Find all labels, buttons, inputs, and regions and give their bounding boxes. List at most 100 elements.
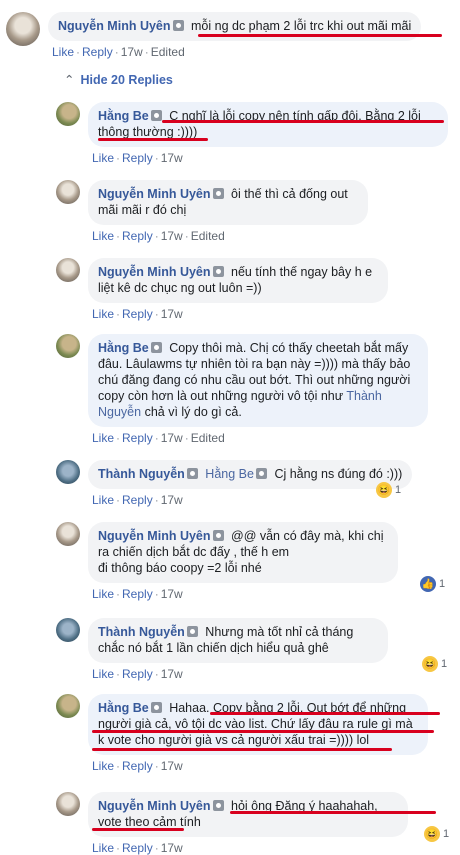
timestamp[interactable]: 17w: [161, 431, 183, 445]
reaction-summary[interactable]: 😆 1: [424, 826, 449, 842]
badge-icon: [186, 468, 198, 479]
author-name[interactable]: Nguyễn Minh Uyên: [58, 19, 171, 33]
author-name[interactable]: Nguyễn Minh Uyên: [98, 799, 211, 813]
timestamp[interactable]: 17w: [161, 307, 183, 321]
like-link[interactable]: Like: [92, 151, 114, 165]
timestamp[interactable]: 17w: [161, 493, 183, 507]
comment-actions: Like · Reply · 17w: [92, 151, 183, 165]
author-name[interactable]: Thành Nguyễn: [98, 467, 185, 481]
author-name[interactable]: Hằng Be: [98, 701, 149, 715]
author-name[interactable]: Nguyễn Minh Uyên: [98, 265, 211, 279]
comment-bubble: Nguyễn Minh Uyên nếu tính thế ngay bây h…: [88, 258, 388, 303]
comment-text: đi thông báo coopy =2 lỗi nhé: [98, 561, 262, 575]
like-link[interactable]: Like: [52, 45, 74, 59]
comment-actions: Like · Reply · 17w: [92, 587, 183, 601]
avatar[interactable]: [56, 792, 80, 816]
comment-text: mỗi ng dc phạm 2 lỗi trc khi out mãi mãi: [191, 19, 412, 33]
haha-icon: 😆: [376, 482, 392, 498]
reply-link[interactable]: Reply: [122, 759, 153, 773]
avatar[interactable]: [56, 258, 80, 282]
avatar[interactable]: [56, 522, 80, 546]
badge-icon: [212, 530, 224, 541]
like-link[interactable]: Like: [92, 667, 114, 681]
timestamp[interactable]: 17w: [121, 45, 143, 59]
reply-link[interactable]: Reply: [122, 229, 153, 243]
reply-comment: Thành Nguyễn Nhưng mà tốt nhỉ cả tháng c…: [56, 618, 388, 681]
author-name[interactable]: Thành Nguyễn: [98, 625, 185, 639]
like-link[interactable]: Like: [92, 759, 114, 773]
mention-link[interactable]: Hằng Be: [205, 467, 254, 481]
timestamp[interactable]: 17w: [161, 759, 183, 773]
hide-replies-link[interactable]: ⌃ Hide 20 Replies: [64, 72, 173, 87]
author-name[interactable]: Nguyễn Minh Uyên: [98, 529, 211, 543]
avatar[interactable]: [56, 102, 80, 126]
timestamp[interactable]: 17w: [161, 151, 183, 165]
comment-text: chả vì lý do gì cả.: [144, 405, 242, 419]
reply-link[interactable]: Reply: [82, 45, 113, 59]
reply-link[interactable]: Reply: [122, 587, 153, 601]
comment-bubble: Nguyễn Minh Uyên @@ vẫn có đây mà, khi c…: [88, 522, 398, 583]
reaction-summary[interactable]: 😆 1: [422, 656, 447, 672]
reply-comment: Nguyễn Minh Uyên @@ vẫn có đây mà, khi c…: [56, 522, 398, 601]
timestamp[interactable]: 17w: [161, 229, 183, 243]
badge-icon: [186, 626, 198, 637]
reply-link[interactable]: Reply: [122, 431, 153, 445]
comment-actions: Like · Reply · 17w: [92, 307, 183, 321]
like-link[interactable]: Like: [92, 587, 114, 601]
annotation-underline: [162, 120, 444, 123]
haha-icon: 😆: [422, 656, 438, 672]
author-name[interactable]: Hằng Be: [98, 109, 149, 123]
comment-text: Cj hằng ns đúng đó :))): [274, 467, 403, 481]
reaction-summary[interactable]: 😆 1: [376, 482, 401, 498]
avatar[interactable]: [56, 180, 80, 204]
avatar[interactable]: [56, 618, 80, 642]
annotation-underline: [98, 138, 208, 141]
badge-icon: [172, 20, 184, 31]
badge-icon: [150, 702, 162, 713]
reply-link[interactable]: Reply: [122, 841, 153, 855]
badge-icon: [212, 800, 224, 811]
avatar[interactable]: [56, 460, 80, 484]
badge-icon: [255, 468, 267, 479]
badge-icon: [150, 110, 162, 121]
comment-actions: Like · Reply · 17w · Edited: [92, 431, 225, 445]
reply-comment: Hằng Be Hahaa. Copy bằng 2 lỗi. Out bớt …: [56, 694, 428, 773]
timestamp[interactable]: 17w: [161, 841, 183, 855]
avatar[interactable]: [6, 12, 40, 46]
avatar[interactable]: [56, 694, 80, 718]
reply-link[interactable]: Reply: [122, 307, 153, 321]
reply-link[interactable]: Reply: [122, 151, 153, 165]
annotation-underline: [92, 828, 184, 831]
reply-link[interactable]: Reply: [122, 667, 153, 681]
author-name[interactable]: Nguyễn Minh Uyên: [98, 187, 211, 201]
comment-bubble: Hằng Be Hahaa. Copy bằng 2 lỗi. Out bớt …: [88, 694, 428, 755]
like-link[interactable]: Like: [92, 841, 114, 855]
annotation-underline: [210, 712, 440, 715]
avatar[interactable]: [56, 334, 80, 358]
annotation-underline: [230, 811, 436, 814]
reply-comment: Nguyễn Minh Uyên ôi thế thì cả đống out …: [56, 180, 368, 243]
like-link[interactable]: Like: [92, 307, 114, 321]
reply-comment: Hằng Be C nghĩ là lỗi copy nên tính gấp …: [56, 102, 448, 165]
comment-actions: Like · Reply · 17w: [92, 759, 183, 773]
edited-label: Edited: [190, 229, 225, 243]
comment-actions: Like · Reply · 17w: [92, 841, 183, 855]
timestamp[interactable]: 17w: [161, 587, 183, 601]
comment-actions: Like · Reply · 17w: [92, 667, 183, 681]
comment-bubble: Thành Nguyễn Nhưng mà tốt nhỉ cả tháng c…: [88, 618, 388, 663]
like-link[interactable]: Like: [92, 431, 114, 445]
reaction-summary[interactable]: 👍 1: [420, 576, 445, 592]
author-name[interactable]: Hằng Be: [98, 341, 149, 355]
comment-bubble: Hằng Be Copy thôi mà. Chị có thấy cheeta…: [88, 334, 428, 427]
badge-icon: [212, 266, 224, 277]
badge-icon: [150, 342, 162, 353]
reply-comment: Nguyễn Minh Uyên hỏi ông Đăng ý haahahah…: [56, 792, 408, 855]
reply-link[interactable]: Reply: [122, 493, 153, 507]
like-link[interactable]: Like: [92, 229, 114, 243]
annotation-underline: [92, 748, 392, 751]
edited-label: Edited: [150, 45, 185, 59]
edited-label: Edited: [190, 431, 225, 445]
timestamp[interactable]: 17w: [161, 667, 183, 681]
reply-comment: Hằng Be Copy thôi mà. Chị có thấy cheeta…: [56, 334, 428, 445]
like-link[interactable]: Like: [92, 493, 114, 507]
